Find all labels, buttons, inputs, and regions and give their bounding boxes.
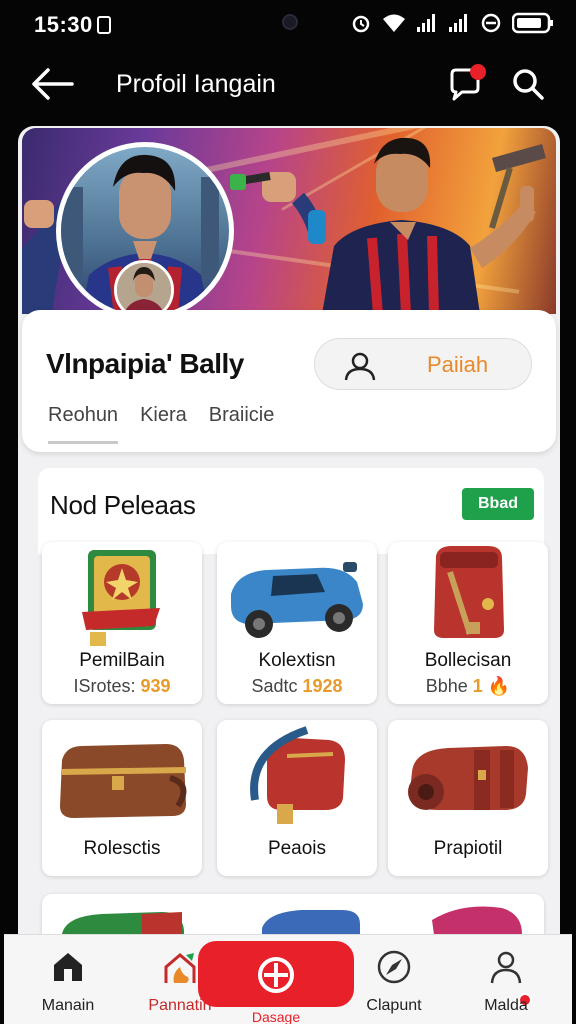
front-camera [282, 14, 298, 30]
nav-label: Dasage [251, 1009, 301, 1024]
item-tile[interactable]: Prapiotil [388, 720, 548, 876]
item-tile[interactable]: Rolesctis [42, 720, 202, 876]
alarm-icon [352, 15, 370, 33]
item-tile[interactable]: PemilBain ISrotes: 939 [42, 542, 202, 704]
user-icon [344, 352, 376, 381]
signal-icon [417, 14, 435, 32]
status-icons [350, 12, 554, 34]
item-stats: ISrotes: 939 [42, 676, 202, 697]
profile-action-button[interactable]: Paiiah [314, 338, 532, 390]
flame-icon [164, 953, 196, 983]
tab-kiera[interactable]: Kiera [140, 404, 187, 444]
nav-item-home[interactable]: Manain [18, 935, 118, 1024]
profile-name: Vlnpaipia' Bally [46, 348, 244, 379]
nav-label: Manain [41, 997, 95, 1014]
item-stats-label: ISrotes: [73, 676, 136, 696]
section-title: Nod Peleaas [50, 490, 196, 520]
item-name: Bollecisan [424, 650, 512, 671]
battery-icon [512, 12, 553, 34]
backpack-icon [434, 546, 504, 638]
tab-reohun[interactable]: Reohun [48, 404, 119, 444]
item-stats-value: 1 [472, 676, 483, 696]
suitcase-icon [60, 744, 187, 818]
profile-tabs: Reohun Kiera Braiicie [48, 404, 274, 444]
arrow-left-icon [32, 68, 74, 100]
clock-text: 15:30 [34, 12, 93, 37]
back-button[interactable] [26, 64, 76, 104]
item-stats-value: 1928 [302, 676, 343, 696]
mini-portrait [117, 263, 171, 317]
search-button[interactable] [508, 64, 548, 104]
nav-label: Clapunt [366, 997, 422, 1014]
item-tile[interactable]: Kolextisn Sadtc 1928 [217, 542, 377, 704]
badge-medal-icon [82, 550, 160, 646]
item-name: Rolesctis [83, 838, 161, 859]
compass-icon [377, 950, 411, 984]
bedroll-icon [408, 746, 528, 810]
signal-2-icon [449, 14, 467, 32]
bottom-navigation: Manain Pannatih Dasage Clapunt Malda [4, 934, 572, 1024]
tab-braiicie[interactable]: Braiicie [209, 404, 275, 444]
nav-label: Malda [484, 997, 528, 1014]
lock-icon [96, 16, 111, 34]
item-stats-label: Sadtc [251, 676, 298, 696]
item-name: Peaois [267, 838, 327, 859]
item-name: Kolextisn [258, 650, 336, 671]
bag-icon [250, 726, 345, 824]
home-icon [54, 953, 82, 981]
toy-car-icon [231, 562, 363, 638]
item-name: Prapiotil [433, 838, 503, 859]
nav-item-profile[interactable]: Malda [456, 935, 556, 1024]
main-content: Vlnpaipia' Bally Paiiah Reohun Kiera Bra… [18, 126, 560, 1024]
notification-badge [470, 64, 486, 80]
nav-item-create[interactable]: Dasage [198, 941, 354, 1024]
item-tile[interactable]: Bollecisan Bbhe 1 🔥 [388, 542, 548, 704]
item-stats: Bbhe 1 🔥 [388, 676, 548, 697]
nav-item-explore[interactable]: Clapunt [344, 935, 444, 1024]
search-icon [513, 69, 544, 100]
data-saver-icon [481, 13, 501, 33]
profile-card: Vlnpaipia' Bally Paiiah Reohun Kiera Bra… [22, 310, 556, 452]
section-badge-button[interactable]: Bbad [462, 488, 534, 520]
status-time: 15:30 [34, 12, 111, 38]
profile-action-label: Paiiah [427, 352, 489, 377]
status-bar: 15:30 [0, 0, 576, 48]
wifi-icon [383, 14, 405, 32]
item-name: PemilBain [79, 650, 165, 671]
item-stats: Sadtc 1928 [217, 676, 377, 697]
flame-badge-icon: 🔥 [487, 676, 511, 696]
top-app-bar: Profoil Iangain [0, 52, 576, 116]
item-tile[interactable]: Peaois [217, 720, 377, 876]
person-icon [490, 951, 522, 984]
item-stats-label: Bbhe [425, 676, 468, 696]
notification-button[interactable] [444, 64, 488, 104]
page-title: Profoil Iangain [116, 70, 276, 98]
plus-circle-icon [258, 957, 294, 993]
item-stats-value: 939 [140, 676, 171, 696]
